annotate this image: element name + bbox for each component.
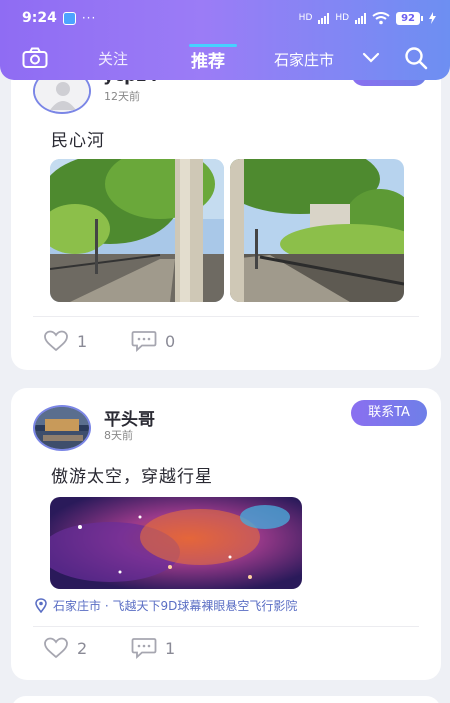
- wifi-icon: [372, 11, 390, 24]
- camera-icon[interactable]: [22, 47, 48, 69]
- post-text: 民心河: [51, 131, 105, 151]
- post-card[interactable]: 平头哥 8天前 联系TA 傲游太空，穿越行星 石家庄市 · 飞越天下9D球幕裸眼…: [11, 388, 441, 680]
- tab-follow[interactable]: 关注: [98, 48, 128, 69]
- like-count: 1: [77, 331, 88, 351]
- like-count: 2: [77, 638, 88, 658]
- post-time: 8天前: [104, 429, 133, 442]
- location-text: 石家庄市 · 飞越天下9D球幕裸眼悬空飞行影院: [53, 599, 298, 613]
- top-nav: 关注 推荐 石家庄市: [0, 40, 450, 76]
- divider: [33, 316, 419, 317]
- charging-icon: [429, 12, 436, 24]
- post-card[interactable]: ycpz4 12天前 民心河: [11, 44, 441, 370]
- post-photo[interactable]: [50, 497, 302, 589]
- post-card-partial[interactable]: [11, 696, 441, 703]
- contact-button[interactable]: 联系TA: [351, 400, 427, 426]
- comment-icon: [131, 331, 157, 352]
- divider: [33, 626, 419, 627]
- comment-count: 1: [165, 638, 176, 658]
- comment-button[interactable]: 1: [131, 637, 175, 659]
- post-photo[interactable]: [230, 159, 404, 302]
- heart-icon: [44, 637, 68, 659]
- search-icon[interactable]: [404, 46, 428, 70]
- signal-icon: [318, 12, 330, 24]
- comment-icon: [131, 638, 157, 659]
- battery-level: 92: [396, 11, 420, 25]
- city-selector[interactable]: 石家庄市: [274, 49, 334, 70]
- chevron-down-icon[interactable]: [362, 52, 380, 63]
- location-pin-icon: [35, 598, 47, 613]
- signal-icon-2: [355, 12, 367, 24]
- heart-icon: [44, 330, 68, 352]
- network-hd-label-2: HD: [335, 13, 350, 23]
- post-photo[interactable]: [50, 159, 224, 302]
- like-button[interactable]: 1: [43, 330, 87, 352]
- post-time: 12天前: [104, 90, 140, 103]
- notification-app-icon: [62, 11, 76, 25]
- top-bar: 9:24 ··· HD HD 92 关注 推荐 石家庄市: [0, 0, 450, 80]
- status-time: 9:24: [22, 10, 57, 26]
- comment-count: 0: [165, 331, 176, 351]
- status-bar: 9:24 ··· HD HD 92: [0, 0, 450, 36]
- location-tag[interactable]: 石家庄市 · 飞越天下9D球幕裸眼悬空飞行影院: [35, 597, 297, 614]
- network-hd-label: HD: [298, 13, 313, 23]
- avatar[interactable]: [33, 405, 91, 451]
- battery-icon: 92: [396, 11, 423, 25]
- more-notifications-icon: ···: [81, 11, 97, 25]
- like-button[interactable]: 2: [43, 637, 87, 659]
- post-text: 傲游太空，穿越行星: [51, 467, 213, 487]
- tab-recommend[interactable]: 推荐: [191, 47, 225, 72]
- comment-button[interactable]: 0: [131, 330, 175, 352]
